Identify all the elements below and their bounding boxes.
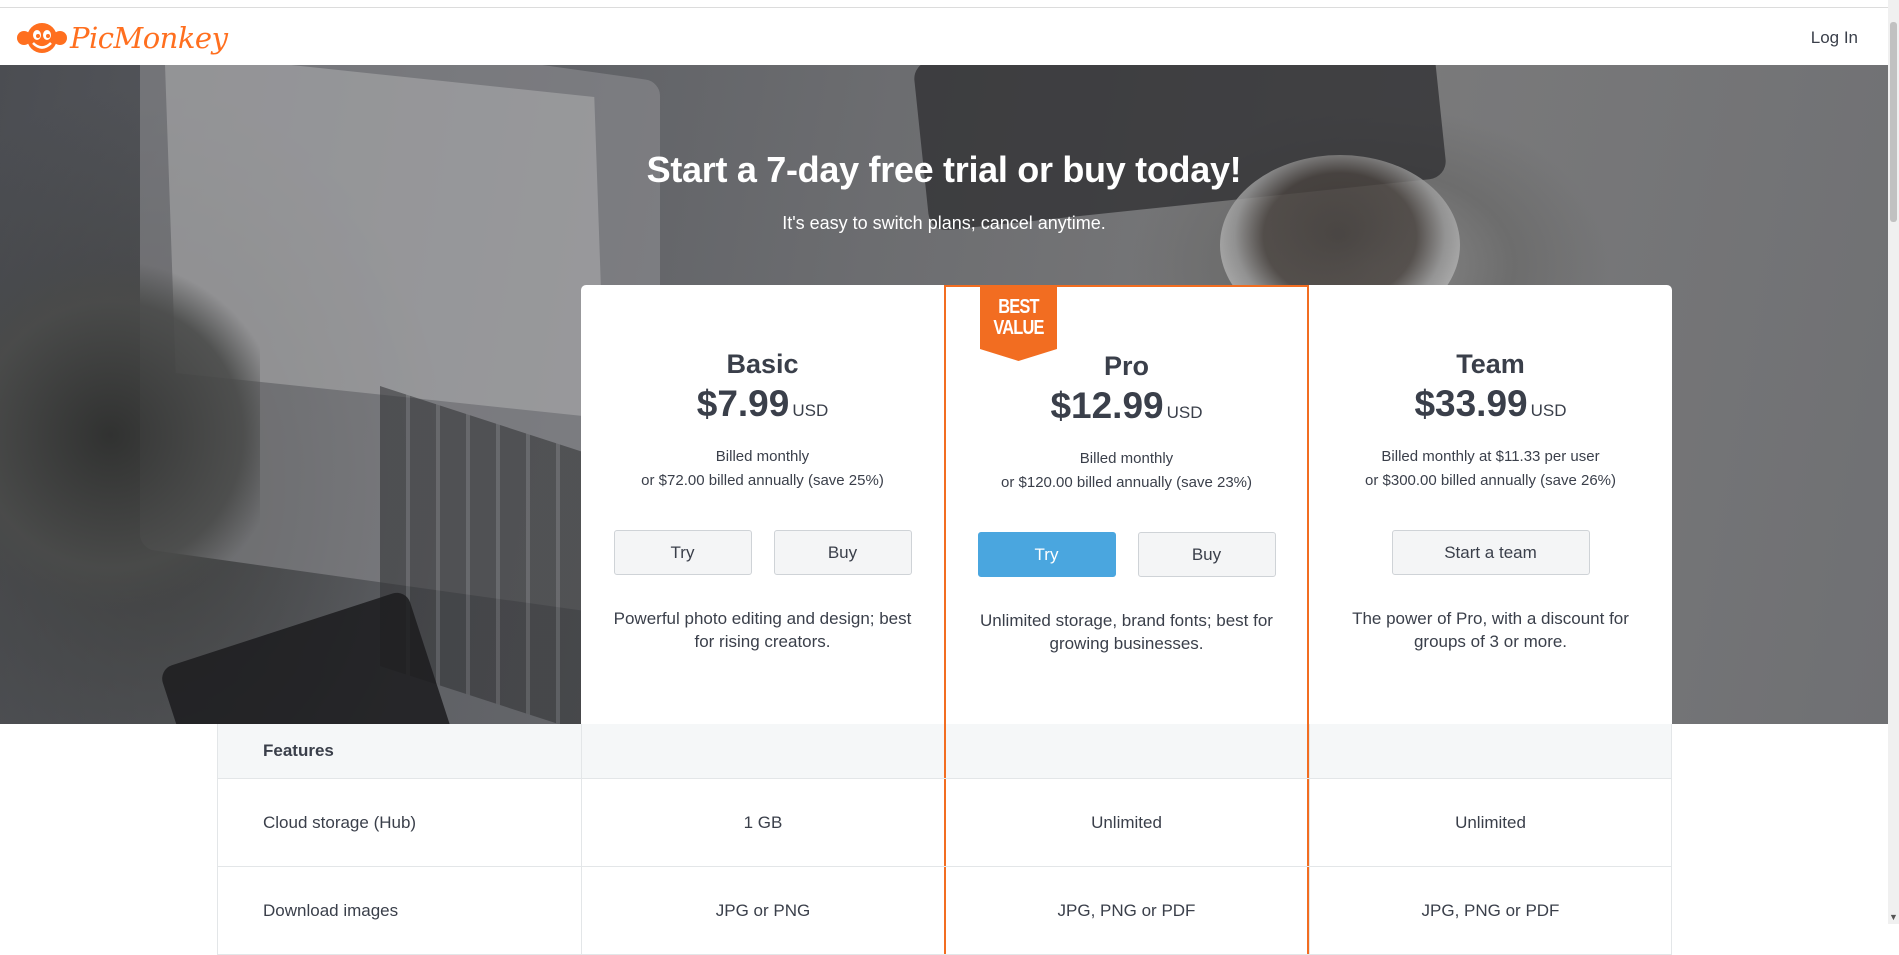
feature-value-pro: JPG, PNG or PDF — [944, 867, 1309, 954]
login-link[interactable]: Log In — [1811, 28, 1858, 48]
feature-value-team: JPG, PNG or PDF — [1309, 867, 1672, 954]
buy-pro-button[interactable]: Buy — [1137, 532, 1276, 577]
plan-description: Unlimited storage, brand fonts; best for… — [980, 611, 1273, 653]
table-cell — [944, 724, 1309, 778]
billing-info: Billed monthly or $120.00 billed annuall… — [946, 447, 1307, 495]
feature-value-team: Unlimited — [1309, 779, 1672, 866]
plan-price: $12.99 USD — [946, 385, 1307, 427]
features-table: Features Cloud storage (Hub) 1 GB Unlimi… — [217, 724, 1672, 955]
features-header-row: Features — [217, 724, 1672, 779]
billing-line: Billed monthly at $11.33 per user — [1381, 448, 1600, 465]
plan-price: $7.99 USD — [581, 383, 944, 425]
badge-line: BEST — [998, 296, 1039, 318]
page-scrollbar[interactable]: ▼ — [1888, 0, 1899, 924]
hero-subtitle: It's easy to switch plans; cancel anytim… — [782, 213, 1106, 233]
site-header: PicMonkey Log In — [0, 8, 1888, 65]
scrollbar-thumb[interactable] — [1890, 22, 1897, 222]
plan-card-pro: BEST VALUE Pro $12.99 USD Billed monthly … — [944, 285, 1309, 724]
billing-info: Billed monthly at $11.33 per user or $30… — [1309, 445, 1672, 493]
feature-value-basic: JPG or PNG — [581, 867, 944, 954]
feature-value-basic: 1 GB — [581, 779, 944, 866]
try-pro-button[interactable]: Try — [977, 532, 1116, 577]
plan-actions: Try Buy — [581, 530, 944, 575]
plan-price: $33.99 USD — [1309, 383, 1672, 425]
best-value-badge: BEST VALUE — [980, 287, 1057, 361]
plan-name: Basic — [726, 349, 799, 379]
browser-top-edge — [0, 0, 1899, 8]
price-amount: $33.99 — [1414, 383, 1528, 424]
buy-basic-button[interactable]: Buy — [773, 530, 912, 575]
price-amount: $12.99 — [1050, 385, 1164, 426]
price-currency: USD — [1530, 401, 1567, 420]
hero-title: Start a 7-day free trial or buy today! — [646, 149, 1242, 190]
price-currency: USD — [792, 401, 829, 420]
table-cell — [1309, 724, 1672, 778]
billing-info: Billed monthly or $72.00 billed annually… — [581, 445, 944, 493]
billing-line: Billed monthly — [715, 448, 810, 465]
plan-description: Powerful photo editing and design; best … — [613, 609, 912, 651]
billing-line: Billed monthly — [1079, 450, 1174, 467]
pricing-cards: Basic $7.99 USD Billed monthly or $72.00 … — [581, 285, 1672, 724]
plan-actions: Try Buy — [946, 532, 1307, 577]
best-value-text: BEST VALUE — [987, 297, 1050, 339]
price-amount: $7.99 — [696, 383, 790, 424]
plan-name: Team — [1456, 349, 1525, 379]
plan-name: Pro — [1103, 351, 1149, 381]
feature-label: Download images — [217, 867, 581, 954]
table-row: Download images JPG or PNG JPG, PNG or P… — [217, 867, 1672, 955]
table-row: Cloud storage (Hub) 1 GB Unlimited Unlim… — [217, 779, 1672, 867]
try-basic-button[interactable]: Try — [613, 530, 752, 575]
monkey-logo-icon — [16, 18, 68, 58]
table-cell — [581, 724, 944, 778]
features-heading: Features — [217, 724, 581, 778]
badge-line: VALUE — [993, 317, 1044, 339]
feature-label: Cloud storage (Hub) — [217, 779, 581, 866]
plan-card-basic: Basic $7.99 USD Billed monthly or $72.00 … — [581, 285, 944, 724]
price-currency: USD — [1166, 403, 1203, 422]
chevron-down-icon[interactable]: ▼ — [1889, 912, 1898, 922]
start-team-button[interactable]: Start a team — [1391, 530, 1590, 575]
plan-actions: Start a team — [1309, 530, 1672, 575]
plan-card-team: Team $33.99 USD Billed monthly at $11.33 … — [1309, 285, 1672, 724]
picmonkey-logo[interactable]: PicMonkey — [16, 18, 228, 58]
logo-wordmark: PicMonkey — [70, 21, 228, 55]
billing-line: or $120.00 billed annually (save 23%) — [1001, 474, 1252, 491]
plan-description: The power of Pro, with a discount for gr… — [1352, 609, 1629, 651]
feature-value-pro: Unlimited — [944, 779, 1309, 866]
billing-line: or $300.00 billed annually (save 26%) — [1365, 472, 1616, 489]
billing-line: or $72.00 billed annually (save 25%) — [641, 472, 884, 489]
hero-photo-plant — [0, 245, 260, 625]
